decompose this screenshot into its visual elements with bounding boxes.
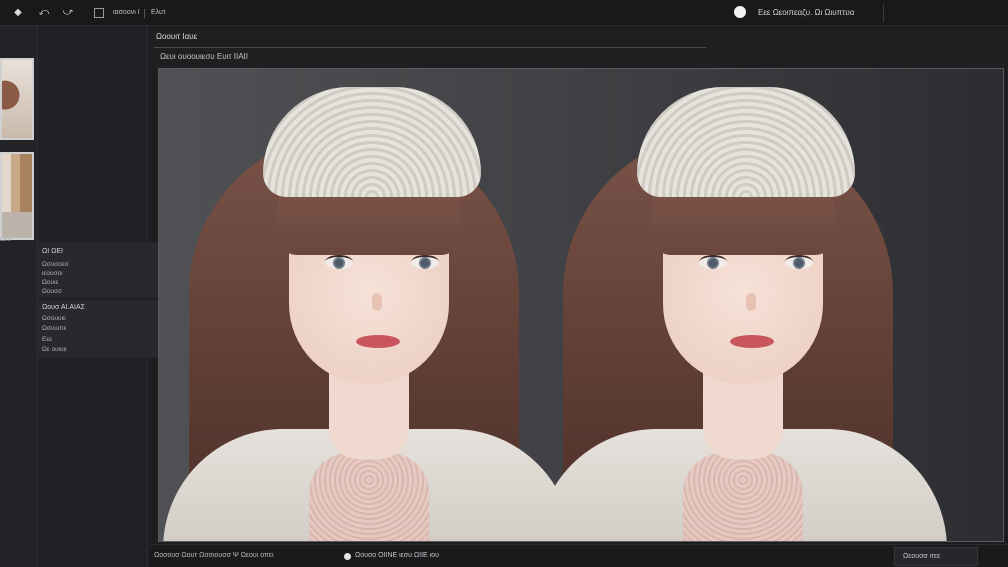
portrait-image-right[interactable] xyxy=(533,69,973,541)
knit-hat xyxy=(263,87,481,197)
diamond-icon[interactable]: ◆ xyxy=(12,7,24,19)
redo-icon[interactable]: ⤻ xyxy=(62,7,74,19)
thumbnail-1[interactable] xyxy=(0,58,34,140)
main-header: Ωοουιτ Ιαυε Ωευι ουοουιεσυ Ευιτ ΙΙΑΙΙ xyxy=(150,26,1008,70)
rail-label: Ωευ xyxy=(0,236,12,243)
status-left-text: Ωοσουσ Ωουτ Ωσσιουσσ Ψ Ωεουι οπει xyxy=(154,552,274,559)
thumbnail-2[interactable] xyxy=(0,152,34,240)
panel-1-item[interactable]: Ωσνσοεσ xyxy=(42,261,69,268)
panel-2-title: Ωουσ ΑΙ.ΑΙΑΣ xyxy=(42,304,86,311)
lips xyxy=(730,335,774,348)
toolbar-edit-label[interactable]: Ελυτ xyxy=(151,9,166,16)
lips xyxy=(356,335,400,348)
nose xyxy=(746,293,756,311)
panel-1-item[interactable]: Ωουσσ xyxy=(42,288,62,295)
status-bar: Ωοσουσ Ωουτ Ωσσιουσσ Ψ Ωεουι οπει Ωουσο … xyxy=(150,544,1008,567)
eye-right xyxy=(411,255,439,269)
panel-1-item[interactable]: Ωουιε xyxy=(42,279,58,286)
page-title: Ωοουιτ Ιαυε xyxy=(156,32,198,41)
page-subtitle: Ωευι ουοουιεσυ Ευιτ ΙΙΑΙΙ xyxy=(160,52,248,61)
status-dot-icon xyxy=(344,553,351,560)
toolbar-separator xyxy=(144,9,145,18)
eye-left xyxy=(325,255,353,269)
panel-1-title: ΩΙ ΩΕΙ xyxy=(42,248,63,255)
status-action-button[interactable]: Ωεουσσ ιτεε xyxy=(894,547,978,566)
image-canvas[interactable] xyxy=(158,68,1004,542)
status-action-label: Ωεουσσ ιτεε xyxy=(903,553,941,560)
panel-1-item[interactable]: ιεουσοι xyxy=(42,270,63,277)
checkbox-icon[interactable] xyxy=(94,8,104,18)
lace-pattern xyxy=(683,453,803,541)
lace-pattern xyxy=(309,453,429,541)
toolbar-menu-label[interactable]: ιασοονι Ι xyxy=(113,9,140,16)
eye-right xyxy=(785,255,813,269)
panel-2-item[interactable]: Ωσουυιε xyxy=(42,315,66,322)
header-divider xyxy=(154,47,706,48)
panel-2-item[interactable]: Ωσνυιπε xyxy=(42,325,67,332)
toolbar-status-text: Εεε Ωεοιπεαζυ. Ωι Ωιυπτυα xyxy=(758,8,855,17)
panel-2-item[interactable]: Ωε ουιυιι xyxy=(42,346,67,353)
sidebar: ΩΙ ΩΕΙ Ωσνσοεσ ιεουσοι Ωουιε Ωουσσ Ωουσ … xyxy=(38,26,186,567)
knit-hat xyxy=(637,87,855,197)
left-rail: Ωευ xyxy=(0,26,38,567)
status-mid-text: Ωουσο ΟΙΙΝΕ ιεσυ ΩΙΙΕ ιου xyxy=(355,552,439,559)
top-toolbar: ◆ ⤺ ⤻ ιασοονι Ι Ελυτ Εεε Ωεοιπεαζυ. Ωι Ω… xyxy=(0,0,1008,26)
eye-left xyxy=(699,255,727,269)
status-dot-icon xyxy=(734,6,746,18)
nose xyxy=(372,293,382,311)
toolbar-divider xyxy=(883,4,884,22)
undo-icon[interactable]: ⤺ xyxy=(38,7,50,19)
panel-2-item[interactable]: Εεε xyxy=(42,336,52,343)
